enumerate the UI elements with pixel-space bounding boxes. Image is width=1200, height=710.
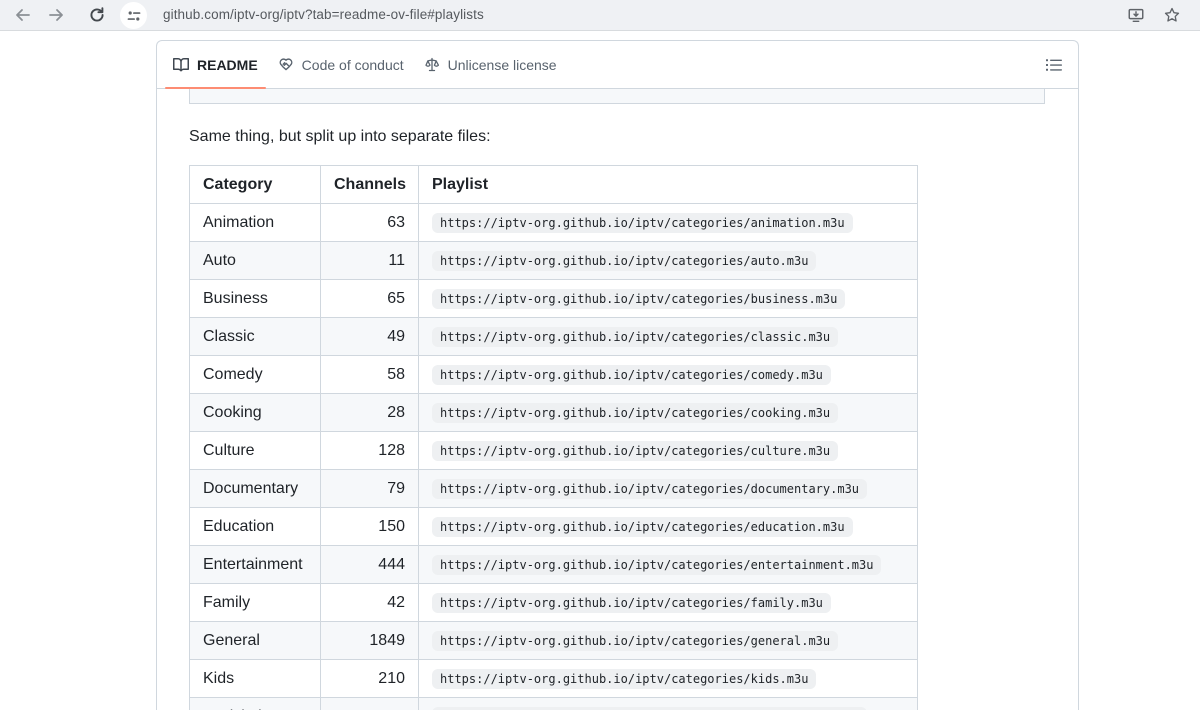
reload-icon[interactable]	[88, 6, 106, 24]
channels-cell: 150	[320, 507, 419, 546]
table-row: Culture 128 https://iptv-org.github.io/i…	[189, 431, 918, 470]
channels-cell: 58	[320, 355, 419, 394]
channels-cell: 210	[320, 659, 419, 698]
github-page: README Code of conduct Unlicense license…	[0, 31, 1200, 710]
table-row: Auto 11 https://iptv-org.github.io/iptv/…	[189, 241, 918, 280]
table-row: Legislative 6 https://iptv-org.github.io…	[189, 697, 918, 710]
category-cell: Education	[189, 507, 321, 546]
playlist-url[interactable]: https://iptv-org.github.io/iptv/categori…	[432, 555, 882, 575]
outline-list-icon[interactable]	[1044, 55, 1064, 75]
playlist-url[interactable]: https://iptv-org.github.io/iptv/categori…	[432, 289, 846, 309]
column-header-playlist: Playlist	[418, 165, 918, 204]
repo-file-tabnav: README Code of conduct Unlicense license	[157, 41, 1078, 89]
column-header-category: Category	[189, 165, 321, 204]
channels-cell: 128	[320, 431, 419, 470]
site-info-button[interactable]	[120, 2, 147, 29]
playlist-url[interactable]: https://iptv-org.github.io/iptv/categori…	[432, 441, 839, 461]
install-app-icon[interactable]	[1127, 6, 1145, 24]
law-scales-icon	[424, 57, 440, 73]
playlist-cell: https://iptv-org.github.io/iptv/categori…	[418, 203, 918, 242]
category-cell: Documentary	[189, 469, 321, 508]
intro-text: Same thing, but split up into separate f…	[189, 128, 491, 145]
playlist-url[interactable]: https://iptv-org.github.io/iptv/categori…	[432, 403, 839, 423]
table-row: Family 42 https://iptv-org.github.io/ipt…	[189, 583, 918, 622]
tab-license[interactable]: Unlicense license	[416, 41, 565, 88]
channels-cell: 1849	[320, 621, 419, 660]
table-row: General 1849 https://iptv-org.github.io/…	[189, 621, 918, 660]
tab-code-of-conduct-label: Code of conduct	[301, 56, 404, 73]
playlist-cell: https://iptv-org.github.io/iptv/categori…	[418, 279, 918, 318]
playlist-cell: https://iptv-org.github.io/iptv/categori…	[418, 431, 918, 470]
playlist-cell: https://iptv-org.github.io/iptv/categori…	[418, 393, 918, 432]
playlist-cell: https://iptv-org.github.io/iptv/categori…	[418, 507, 918, 546]
playlist-url[interactable]: https://iptv-org.github.io/iptv/categori…	[432, 517, 853, 537]
playlist-cell: https://iptv-org.github.io/iptv/categori…	[418, 697, 918, 710]
category-cell: Legislative	[189, 697, 321, 710]
back-icon[interactable]	[14, 6, 32, 24]
playlist-url[interactable]: https://iptv-org.github.io/iptv/categori…	[432, 365, 831, 385]
playlist-cell: https://iptv-org.github.io/iptv/categori…	[418, 469, 918, 508]
book-icon	[173, 57, 189, 73]
table-row: Kids 210 https://iptv-org.github.io/iptv…	[189, 659, 918, 698]
channels-cell: 444	[320, 545, 419, 584]
playlist-cell: https://iptv-org.github.io/iptv/categori…	[418, 317, 918, 356]
category-cell: Classic	[189, 317, 321, 356]
category-cell: Entertainment	[189, 545, 321, 584]
table-row: Animation 63 https://iptv-org.github.io/…	[189, 203, 918, 242]
readme-container: README Code of conduct Unlicense license…	[156, 40, 1079, 710]
table-row: Cooking 28 https://iptv-org.github.io/ip…	[189, 393, 918, 432]
playlist-url[interactable]: https://iptv-org.github.io/iptv/categori…	[432, 327, 839, 347]
browser-toolbar: github.com/iptv-org/iptv?tab=readme-ov-f…	[0, 0, 1200, 31]
category-cell: Animation	[189, 203, 321, 242]
previous-table-clipped-row	[189, 89, 1045, 104]
category-cell: Cooking	[189, 393, 321, 432]
table-header-row: Category Channels Playlist	[189, 165, 918, 204]
table-row: Education 150 https://iptv-org.github.io…	[189, 507, 918, 546]
tab-code-of-conduct[interactable]: Code of conduct	[270, 41, 412, 88]
tab-readme[interactable]: README	[165, 41, 266, 89]
site-settings-icon	[127, 10, 140, 21]
bookmark-star-icon[interactable]	[1163, 6, 1181, 24]
table-row: Business 65 https://iptv-org.github.io/i…	[189, 279, 918, 318]
playlist-cell: https://iptv-org.github.io/iptv/categori…	[418, 583, 918, 622]
playlist-url[interactable]: https://iptv-org.github.io/iptv/categori…	[432, 631, 839, 651]
playlist-cell: https://iptv-org.github.io/iptv/categori…	[418, 241, 918, 280]
playlist-cell: https://iptv-org.github.io/iptv/categori…	[418, 545, 918, 584]
playlists-table: Category Channels Playlist Animation 63 …	[189, 165, 918, 710]
playlist-cell: https://iptv-org.github.io/iptv/categori…	[418, 355, 918, 394]
playlist-cell: https://iptv-org.github.io/iptv/categori…	[418, 621, 918, 660]
category-cell: Auto	[189, 241, 321, 280]
category-cell: Culture	[189, 431, 321, 470]
channels-cell: 63	[320, 203, 419, 242]
category-cell: Family	[189, 583, 321, 622]
address-bar-url[interactable]: github.com/iptv-org/iptv?tab=readme-ov-f…	[163, 7, 484, 22]
channels-cell: 11	[320, 241, 419, 280]
channels-cell: 65	[320, 279, 419, 318]
code-of-conduct-icon	[278, 57, 294, 73]
channels-cell: 79	[320, 469, 419, 508]
category-cell: Business	[189, 279, 321, 318]
forward-icon[interactable]	[47, 6, 65, 24]
channels-cell: 42	[320, 583, 419, 622]
readme-body: Same thing, but split up into separate f…	[157, 89, 1078, 710]
category-cell: Kids	[189, 659, 321, 698]
table-row: Comedy 58 https://iptv-org.github.io/ipt…	[189, 355, 918, 394]
playlist-cell: https://iptv-org.github.io/iptv/categori…	[418, 659, 918, 698]
column-header-channels: Channels	[320, 165, 419, 204]
playlist-url[interactable]: https://iptv-org.github.io/iptv/categori…	[432, 213, 853, 233]
tab-readme-label: README	[197, 56, 258, 73]
table-row: Documentary 79 https://iptv-org.github.i…	[189, 469, 918, 508]
playlist-url[interactable]: https://iptv-org.github.io/iptv/categori…	[432, 593, 831, 613]
playlist-url[interactable]: https://iptv-org.github.io/iptv/categori…	[432, 251, 817, 271]
channels-cell: 49	[320, 317, 419, 356]
channels-cell: 6	[320, 697, 419, 710]
table-row: Entertainment 444 https://iptv-org.githu…	[189, 545, 918, 584]
playlist-url[interactable]: https://iptv-org.github.io/iptv/categori…	[432, 669, 817, 689]
tab-license-label: Unlicense license	[447, 56, 557, 73]
table-row: Classic 49 https://iptv-org.github.io/ip…	[189, 317, 918, 356]
playlist-url[interactable]: https://iptv-org.github.io/iptv/categori…	[432, 479, 868, 499]
category-cell: Comedy	[189, 355, 321, 394]
category-cell: General	[189, 621, 321, 660]
channels-cell: 28	[320, 393, 419, 432]
